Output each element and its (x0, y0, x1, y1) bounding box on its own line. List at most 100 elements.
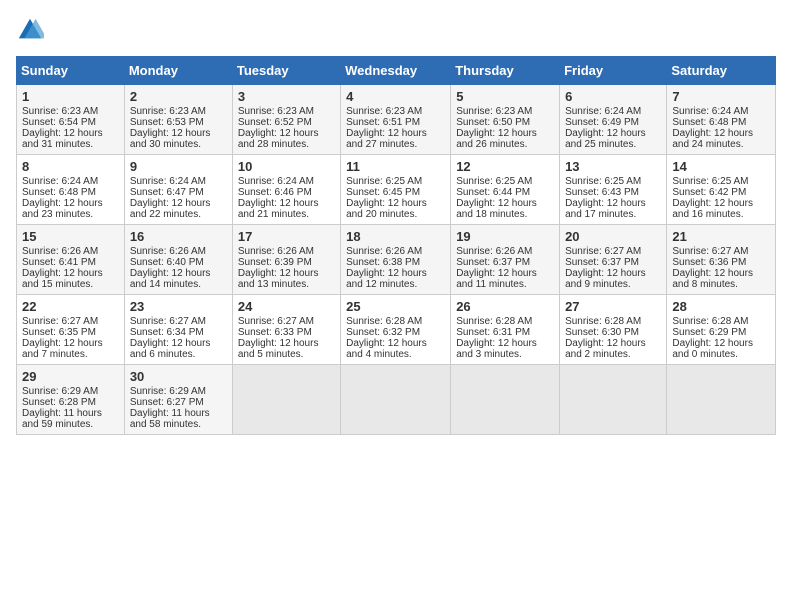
day-number: 21 (672, 229, 770, 244)
calendar-row: 8Sunrise: 6:24 AMSunset: 6:48 PMDaylight… (17, 155, 776, 225)
day-number: 11 (346, 159, 445, 174)
daylight-text: Daylight: 12 hours and 6 minutes. (130, 338, 211, 360)
calendar-cell: 6Sunrise: 6:24 AMSunset: 6:49 PMDaylight… (560, 85, 667, 155)
sunset-text: Sunset: 6:43 PM (565, 187, 639, 198)
daylight-text: Daylight: 12 hours and 14 minutes. (130, 268, 211, 290)
calendar-cell: 13Sunrise: 6:25 AMSunset: 6:43 PMDayligh… (560, 155, 667, 225)
sunset-text: Sunset: 6:30 PM (565, 327, 639, 338)
daylight-text: Daylight: 12 hours and 12 minutes. (346, 268, 427, 290)
day-number: 13 (565, 159, 661, 174)
logo-icon (16, 16, 44, 44)
daylight-text: Daylight: 12 hours and 5 minutes. (238, 338, 319, 360)
day-header-tuesday: Tuesday (232, 57, 340, 85)
sunrise-text: Sunrise: 6:28 AM (672, 316, 748, 327)
daylight-text: Daylight: 12 hours and 9 minutes. (565, 268, 646, 290)
day-number: 16 (130, 229, 227, 244)
sunset-text: Sunset: 6:48 PM (22, 187, 96, 198)
daylight-text: Daylight: 12 hours and 13 minutes. (238, 268, 319, 290)
sunset-text: Sunset: 6:27 PM (130, 397, 204, 408)
sunrise-text: Sunrise: 6:26 AM (456, 246, 532, 257)
sunrise-text: Sunrise: 6:26 AM (22, 246, 98, 257)
day-number: 26 (456, 299, 554, 314)
sunrise-text: Sunrise: 6:25 AM (346, 176, 422, 187)
daylight-text: Daylight: 12 hours and 23 minutes. (22, 198, 103, 220)
sunset-text: Sunset: 6:48 PM (672, 117, 746, 128)
day-number: 9 (130, 159, 227, 174)
sunrise-text: Sunrise: 6:26 AM (346, 246, 422, 257)
calendar-cell: 24Sunrise: 6:27 AMSunset: 6:33 PMDayligh… (232, 295, 340, 365)
day-number: 2 (130, 89, 227, 104)
daylight-text: Daylight: 12 hours and 22 minutes. (130, 198, 211, 220)
day-number: 1 (22, 89, 119, 104)
daylight-text: Daylight: 12 hours and 11 minutes. (456, 268, 537, 290)
daylight-text: Daylight: 12 hours and 0 minutes. (672, 338, 753, 360)
day-number: 27 (565, 299, 661, 314)
day-header-monday: Monday (124, 57, 232, 85)
day-number: 22 (22, 299, 119, 314)
calendar-cell: 27Sunrise: 6:28 AMSunset: 6:30 PMDayligh… (560, 295, 667, 365)
sunrise-text: Sunrise: 6:26 AM (238, 246, 314, 257)
sunrise-text: Sunrise: 6:25 AM (456, 176, 532, 187)
daylight-text: Daylight: 12 hours and 8 minutes. (672, 268, 753, 290)
calendar-cell: 9Sunrise: 6:24 AMSunset: 6:47 PMDaylight… (124, 155, 232, 225)
day-number: 19 (456, 229, 554, 244)
calendar-cell: 28Sunrise: 6:28 AMSunset: 6:29 PMDayligh… (667, 295, 776, 365)
logo (16, 16, 46, 44)
sunset-text: Sunset: 6:34 PM (130, 327, 204, 338)
day-number: 23 (130, 299, 227, 314)
sunrise-text: Sunrise: 6:24 AM (238, 176, 314, 187)
sunrise-text: Sunrise: 6:23 AM (238, 106, 314, 117)
calendar-cell: 26Sunrise: 6:28 AMSunset: 6:31 PMDayligh… (451, 295, 560, 365)
sunrise-text: Sunrise: 6:28 AM (346, 316, 422, 327)
calendar-cell: 5Sunrise: 6:23 AMSunset: 6:50 PMDaylight… (451, 85, 560, 155)
daylight-text: Daylight: 12 hours and 26 minutes. (456, 128, 537, 150)
daylight-text: Daylight: 12 hours and 24 minutes. (672, 128, 753, 150)
sunset-text: Sunset: 6:38 PM (346, 257, 420, 268)
sunset-text: Sunset: 6:37 PM (456, 257, 530, 268)
day-number: 29 (22, 369, 119, 384)
daylight-text: Daylight: 11 hours and 58 minutes. (130, 408, 210, 430)
day-number: 7 (672, 89, 770, 104)
day-header-wednesday: Wednesday (341, 57, 451, 85)
calendar-cell (341, 365, 451, 435)
sunset-text: Sunset: 6:52 PM (238, 117, 312, 128)
sunset-text: Sunset: 6:39 PM (238, 257, 312, 268)
calendar-cell: 29Sunrise: 6:29 AMSunset: 6:28 PMDayligh… (17, 365, 125, 435)
calendar-row: 15Sunrise: 6:26 AMSunset: 6:41 PMDayligh… (17, 225, 776, 295)
calendar-cell (667, 365, 776, 435)
day-number: 5 (456, 89, 554, 104)
sunrise-text: Sunrise: 6:27 AM (22, 316, 98, 327)
calendar-cell (451, 365, 560, 435)
calendar-cell: 30 Sunrise: 6:29 AMSunset: 6:27 PMDayligh… (124, 365, 232, 435)
calendar-cell: 8Sunrise: 6:24 AMSunset: 6:48 PMDaylight… (17, 155, 125, 225)
sunset-text: Sunset: 6:40 PM (130, 257, 204, 268)
calendar-cell: 18Sunrise: 6:26 AMSunset: 6:38 PMDayligh… (341, 225, 451, 295)
daylight-text: Daylight: 12 hours and 7 minutes. (22, 338, 103, 360)
day-number: 15 (22, 229, 119, 244)
calendar-cell: 25Sunrise: 6:28 AMSunset: 6:32 PMDayligh… (341, 295, 451, 365)
day-number: 8 (22, 159, 119, 174)
day-number: 25 (346, 299, 445, 314)
calendar-cell: 2Sunrise: 6:23 AMSunset: 6:53 PMDaylight… (124, 85, 232, 155)
sunset-text: Sunset: 6:28 PM (22, 397, 96, 408)
sunrise-text: Sunrise: 6:24 AM (565, 106, 641, 117)
daylight-text: Daylight: 11 hours and 59 minutes. (22, 408, 102, 430)
sunset-text: Sunset: 6:35 PM (22, 327, 96, 338)
daylight-text: Daylight: 12 hours and 25 minutes. (565, 128, 646, 150)
daylight-text: Daylight: 12 hours and 31 minutes. (22, 128, 103, 150)
sunset-text: Sunset: 6:47 PM (130, 187, 204, 198)
daylight-text: Daylight: 12 hours and 2 minutes. (565, 338, 646, 360)
calendar-cell (232, 365, 340, 435)
sunrise-text: Sunrise: 6:27 AM (565, 246, 641, 257)
day-number: 30 (130, 369, 227, 384)
daylight-text: Daylight: 12 hours and 18 minutes. (456, 198, 537, 220)
daylight-text: Daylight: 12 hours and 16 minutes. (672, 198, 753, 220)
sunrise-text: Sunrise: 6:23 AM (346, 106, 422, 117)
day-header-sunday: Sunday (17, 57, 125, 85)
sunset-text: Sunset: 6:33 PM (238, 327, 312, 338)
calendar-cell: 17Sunrise: 6:26 AMSunset: 6:39 PMDayligh… (232, 225, 340, 295)
calendar-cell: 10Sunrise: 6:24 AMSunset: 6:46 PMDayligh… (232, 155, 340, 225)
calendar-cell: 22 Sunrise: 6:27 AMSunset: 6:35 PMDayligh… (17, 295, 125, 365)
calendar: SundayMondayTuesdayWednesdayThursdayFrid… (16, 56, 776, 435)
sunrise-text: Sunrise: 6:29 AM (130, 386, 206, 397)
